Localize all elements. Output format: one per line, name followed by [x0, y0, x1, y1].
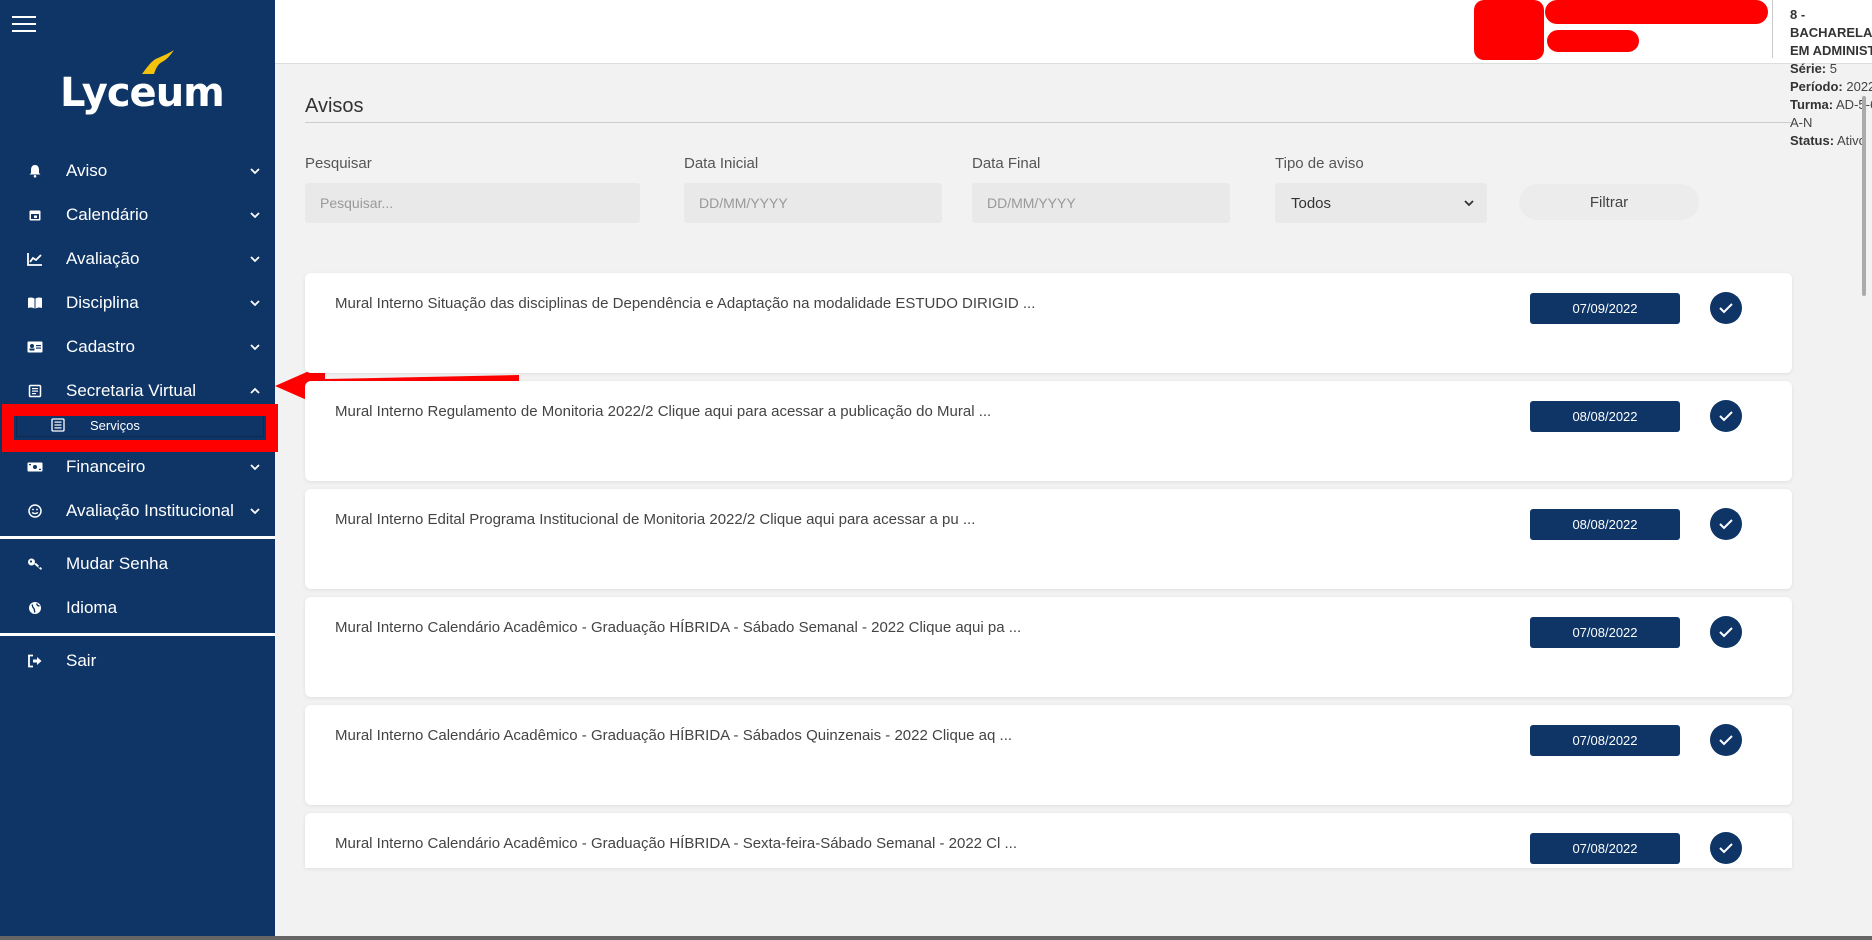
main-content: Avisos Pesquisar Pesquisar... Data Inici…	[275, 65, 1872, 940]
search-input[interactable]: Pesquisar...	[305, 183, 640, 223]
sidebar-item-label: Secretaria Virtual	[66, 381, 197, 400]
bottom-edge	[0, 936, 1872, 940]
sidebar-item-cadastro[interactable]: Cadastro	[0, 325, 275, 369]
start-date-label: Data Inicial	[684, 155, 759, 172]
sidebar-item-label: Disciplina	[66, 293, 139, 312]
notice-card[interactable]: Mural Interno Regulamento de Monitoria 2…	[305, 381, 1792, 481]
sidebar: Lyceum Aviso Calendário Avaliação Discip…	[0, 0, 275, 940]
lyceum-logo: Lyceum	[60, 48, 225, 128]
title-divider	[305, 122, 1792, 123]
sidebar-item-idioma[interactable]: Idioma	[0, 586, 275, 630]
bell-icon	[27, 163, 43, 179]
notice-type-label: Tipo de aviso	[1275, 155, 1364, 172]
notice-text[interactable]: Mural Interno Calendário Acadêmico - Gra…	[335, 835, 1017, 852]
sidebar-divider	[0, 633, 275, 636]
notice-date-badge: 08/08/2022	[1530, 509, 1680, 540]
notice-card[interactable]: Mural Interno Situação das disciplinas d…	[305, 273, 1792, 373]
sidebar-item-label: Calendário	[66, 205, 149, 224]
key-icon	[27, 556, 43, 572]
sidebar-item-avaliacao[interactable]: Avaliação	[0, 237, 275, 281]
redacted-name	[1545, 0, 1768, 24]
notice-date-badge: 07/08/2022	[1530, 617, 1680, 648]
top-header: 8 - BACHARELADO EM ADMINIST ... Série: 5…	[275, 0, 1872, 148]
check-icon[interactable]	[1710, 724, 1742, 756]
notice-type-select[interactable]: Todos	[1275, 183, 1487, 223]
logo-text: Lyceum	[60, 70, 225, 116]
sign-out-icon	[27, 653, 43, 669]
chevron-down-icon	[250, 256, 260, 263]
check-icon[interactable]	[1710, 400, 1742, 432]
globe-icon	[27, 600, 43, 616]
calendar-icon	[27, 207, 43, 223]
check-icon[interactable]	[1710, 292, 1742, 324]
header-separator	[1772, 0, 1773, 58]
sidebar-item-label: Financeiro	[66, 457, 146, 476]
sidebar-item-label: Mudar Senha	[66, 554, 169, 573]
notice-date-badge: 07/09/2022	[1530, 293, 1680, 324]
notice-card[interactable]: Mural Interno Calendário Acadêmico - Gra…	[305, 705, 1792, 805]
notice-text[interactable]: Mural Interno Calendário Acadêmico - Gra…	[335, 619, 1021, 636]
sidebar-item-mudar-senha[interactable]: Mudar Senha	[0, 542, 275, 586]
smile-icon	[27, 503, 43, 519]
document-icon	[27, 383, 43, 399]
chevron-down-icon	[1464, 200, 1474, 207]
chevron-down-icon	[250, 464, 260, 471]
notice-text[interactable]: Mural Interno Calendário Acadêmico - Gra…	[335, 727, 1012, 744]
notice-date-badge: 07/08/2022	[1530, 833, 1680, 864]
notice-card[interactable]: Mural Interno Calendário Acadêmico - Gra…	[305, 813, 1792, 868]
notice-text[interactable]: Mural Interno Situação das disciplinas d…	[335, 295, 1035, 312]
notice-card[interactable]: Mural Interno Edital Programa Institucio…	[305, 489, 1792, 589]
filter-button[interactable]: Filtrar	[1519, 184, 1699, 220]
notice-text[interactable]: Mural Interno Regulamento de Monitoria 2…	[335, 403, 991, 420]
sidebar-item-label: Avaliação Institucional	[66, 501, 234, 520]
sidebar-item-label: Aviso	[66, 161, 108, 180]
chevron-down-icon	[250, 300, 260, 307]
chevron-down-icon	[250, 508, 260, 515]
course-name: 8 - BACHARELADO EM ADMINIST ...	[1790, 7, 1872, 58]
sidebar-item-label: Avaliação	[66, 249, 140, 268]
notice-text[interactable]: Mural Interno Edital Programa Institucio…	[335, 511, 975, 528]
search-label: Pesquisar	[305, 155, 372, 172]
end-date-input[interactable]: DD/MM/YYYY	[972, 183, 1230, 223]
chevron-up-icon	[250, 387, 260, 394]
check-icon[interactable]	[1710, 832, 1742, 864]
chevron-down-icon	[250, 212, 260, 219]
hamburger-menu-icon[interactable]	[12, 16, 36, 34]
redacted-id	[1547, 30, 1639, 52]
sidebar-item-aviso[interactable]: Aviso	[0, 149, 275, 193]
page-title: Avisos	[305, 95, 364, 117]
end-date-label: Data Final	[972, 155, 1041, 172]
chevron-down-icon	[250, 168, 260, 175]
money-icon	[27, 459, 43, 475]
sidebar-item-calendario[interactable]: Calendário	[0, 193, 275, 237]
sidebar-item-label: Idioma	[66, 598, 118, 617]
redacted-avatar	[1474, 0, 1544, 60]
check-icon[interactable]	[1710, 616, 1742, 648]
annotation-highlight-box	[2, 404, 278, 452]
notice-type-value: Todos	[1291, 194, 1332, 212]
check-icon[interactable]	[1710, 508, 1742, 540]
start-date-input[interactable]: DD/MM/YYYY	[684, 183, 942, 223]
notice-card[interactable]: Mural Interno Calendário Acadêmico - Gra…	[305, 597, 1792, 697]
sidebar-item-disciplina[interactable]: Disciplina	[0, 281, 275, 325]
vertical-scrollbar[interactable]	[1862, 96, 1866, 296]
notice-date-badge: 07/08/2022	[1530, 725, 1680, 756]
id-card-icon	[27, 339, 43, 355]
notice-date-badge: 08/08/2022	[1530, 401, 1680, 432]
chevron-down-icon	[250, 344, 260, 351]
sidebar-divider	[0, 536, 275, 539]
chart-line-icon	[27, 251, 43, 267]
sidebar-item-avaliacao-institucional[interactable]: Avaliação Institucional	[0, 489, 275, 533]
sidebar-item-label: Sair	[66, 651, 97, 670]
sidebar-item-sair[interactable]: Sair	[0, 639, 275, 683]
book-icon	[27, 295, 43, 311]
sidebar-item-label: Cadastro	[66, 337, 135, 356]
